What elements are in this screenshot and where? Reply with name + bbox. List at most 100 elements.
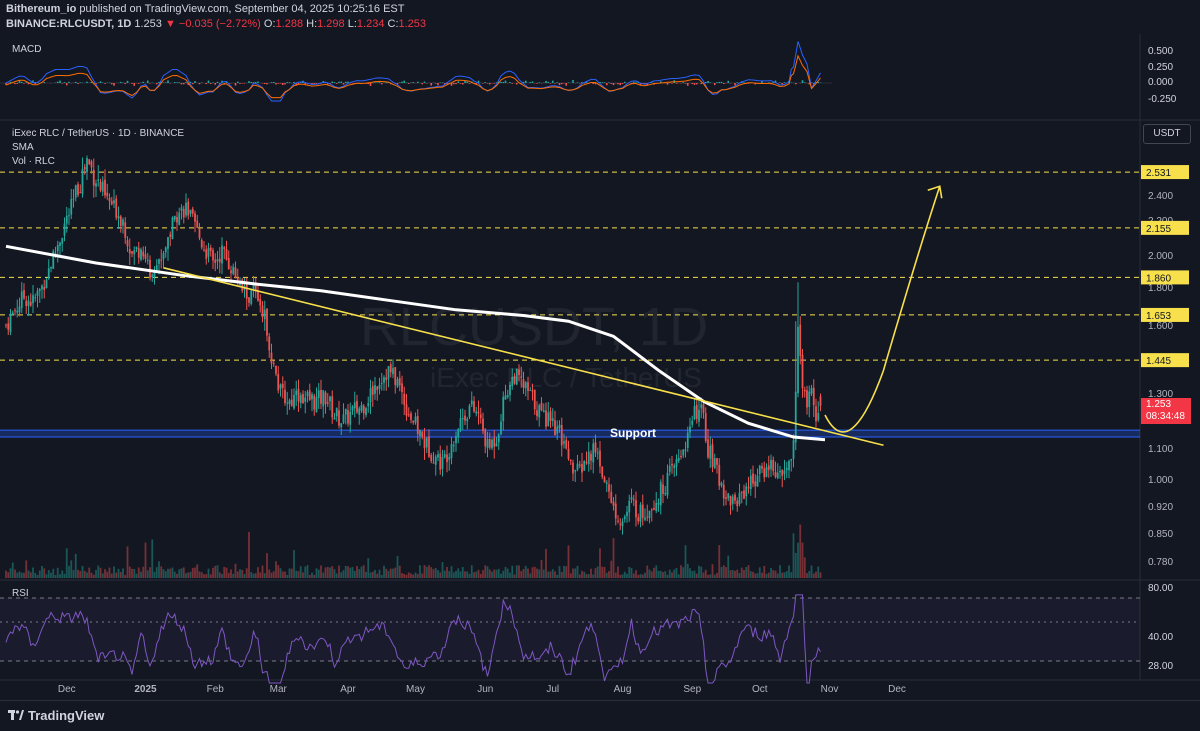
macd-histogram-bar: [381, 83, 383, 84]
support-zone[interactable]: [0, 430, 1140, 437]
volume-bar: [102, 573, 104, 578]
macd-label[interactable]: MACD: [12, 44, 41, 55]
macd-tick-2: 0.000: [1148, 77, 1173, 88]
candle-body: [284, 390, 286, 403]
candle-body: [228, 258, 230, 269]
volume-bar: [271, 573, 273, 578]
volume-bar: [525, 566, 527, 578]
volume-bar: [534, 567, 536, 578]
macd-histogram-bar: [284, 83, 286, 84]
volume-bar: [462, 567, 464, 578]
macd-histogram-bar: [550, 83, 552, 84]
volume-label[interactable]: Vol · RLC: [12, 156, 55, 167]
volume-bar: [442, 562, 444, 578]
currency-button[interactable]: USDT: [1143, 124, 1191, 144]
volume-bar: [406, 575, 408, 578]
macd-histogram-bar: [165, 82, 167, 83]
macd-histogram-bar: [700, 83, 702, 84]
macd-histogram-bar: [217, 82, 219, 83]
candle-body: [356, 401, 358, 412]
volume-bar: [25, 560, 27, 578]
macd-histogram-bar: [25, 82, 27, 83]
volume-bar: [266, 553, 268, 578]
candle-body: [309, 390, 311, 400]
candle-body: [559, 425, 561, 428]
candle-body: [691, 421, 693, 425]
candle-body: [658, 503, 660, 504]
volume-bar: [376, 574, 378, 578]
volume-bar: [187, 573, 189, 578]
candle-body: [379, 385, 381, 389]
candle-body: [613, 502, 615, 506]
candle-body: [340, 423, 342, 427]
candle-body: [433, 463, 435, 464]
countdown-timer: 08:34:48: [1146, 411, 1191, 423]
candle-body: [493, 438, 495, 447]
volume-bar: [642, 574, 644, 578]
volume-bar: [246, 568, 248, 578]
volume-bar: [273, 571, 275, 578]
candle-body: [64, 223, 66, 235]
macd-histogram-bar: [205, 83, 207, 84]
macd-histogram-bar: [707, 81, 709, 83]
candle-body: [419, 430, 421, 436]
candle-body: [752, 474, 754, 484]
candle-body: [208, 248, 210, 257]
volume-bar: [446, 567, 448, 578]
volume-bar: [637, 575, 639, 578]
volume-bar: [514, 574, 516, 578]
volume-bar: [700, 567, 702, 578]
volume-bar: [545, 549, 547, 578]
macd-histogram-bar: [23, 83, 25, 84]
candle-body: [147, 260, 149, 261]
watermark-name: iExec RLC / TetherUS: [430, 362, 702, 394]
candle-body: [293, 395, 295, 408]
volume-bar: [367, 558, 369, 578]
candle-body: [498, 435, 500, 443]
candle-body: [345, 409, 347, 415]
candle-body: [538, 405, 540, 417]
volume-bar: [811, 566, 813, 578]
candle-body: [541, 403, 543, 411]
candle-body: [568, 449, 570, 459]
projection-curve[interactable]: [825, 186, 940, 432]
volume-bar: [507, 569, 509, 578]
volume-bar: [775, 571, 777, 578]
candle-body: [457, 429, 459, 437]
candle-body: [579, 465, 581, 466]
candle-body: [246, 284, 248, 299]
x-tick-label-11: Nov: [821, 684, 839, 695]
macd-tick-3: -0.250: [1148, 94, 1176, 105]
volume-bar: [721, 567, 723, 578]
macd-histogram-bar: [167, 80, 169, 83]
macd-histogram-bar: [435, 83, 437, 84]
volume-bar: [55, 575, 57, 578]
volume-bar: [250, 572, 252, 578]
volume-bar: [694, 571, 696, 578]
volume-bar: [676, 568, 678, 578]
y-tick-label-10: 0.780: [1148, 557, 1173, 568]
y-tick-label-9: 0.850: [1148, 529, 1173, 540]
candle-body: [732, 497, 734, 504]
candle-body: [275, 366, 277, 374]
candle-body: [277, 374, 279, 391]
candle-body: [95, 183, 97, 186]
volume-bar: [788, 566, 790, 578]
volume-bar: [388, 571, 390, 578]
macd-histogram-bar: [275, 83, 277, 84]
volume-bar: [671, 572, 673, 578]
candle-body: [757, 476, 759, 487]
candle-body: [316, 397, 318, 412]
main-title[interactable]: iExec RLC / TetherUS · 1D · BINANCE: [12, 128, 184, 139]
volume-bar: [473, 572, 475, 578]
tradingview-logo[interactable]: TradingView: [8, 708, 104, 723]
volume-bar: [237, 571, 239, 578]
sma-label[interactable]: SMA: [12, 142, 34, 153]
macd-histogram-bar: [156, 83, 158, 84]
macd-histogram-bar: [721, 82, 723, 83]
volume-bar: [426, 567, 428, 578]
volume-bar: [667, 575, 669, 578]
volume-bar: [185, 573, 187, 578]
volume-bar: [48, 570, 50, 578]
rsi-label[interactable]: RSI: [12, 588, 29, 599]
